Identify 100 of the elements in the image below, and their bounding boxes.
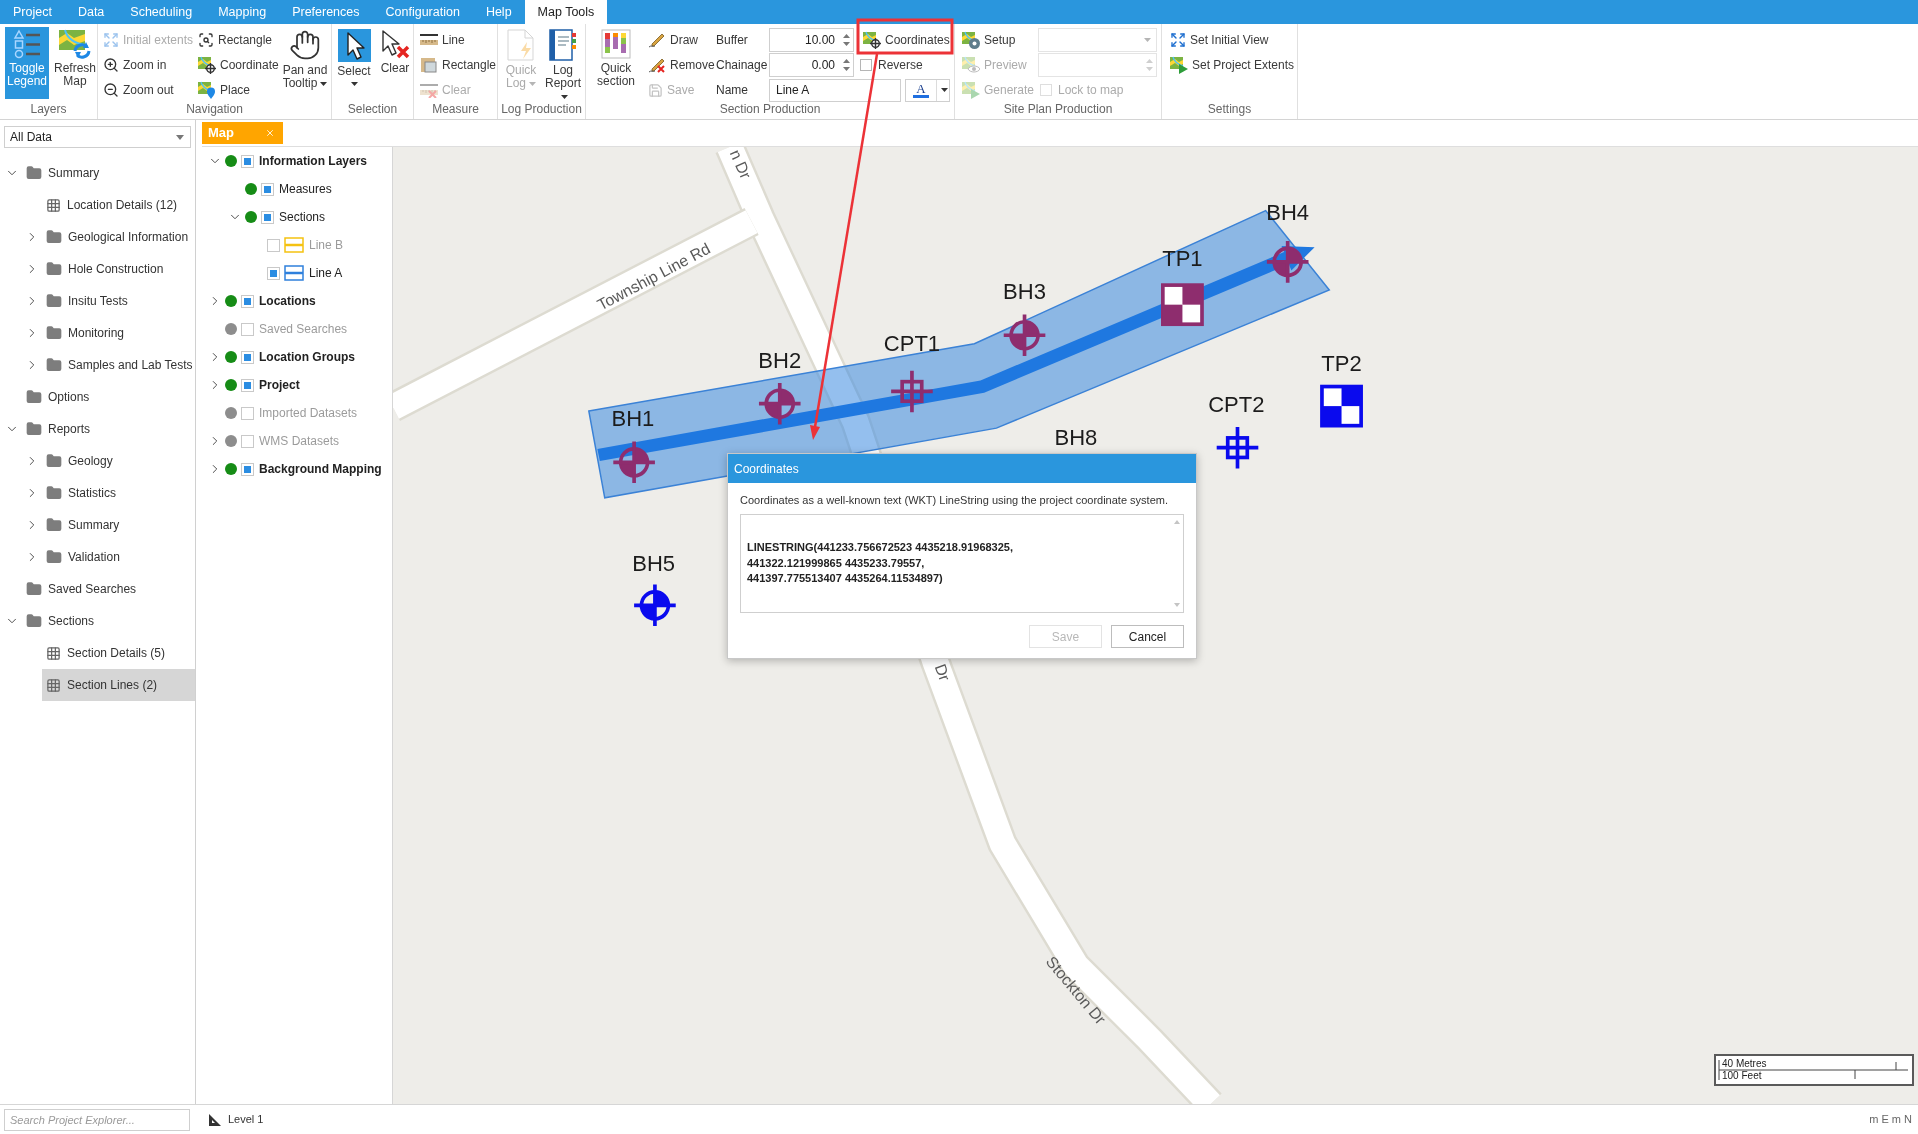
- tree-item[interactable]: Reports: [22, 413, 195, 445]
- place-button[interactable]: Place: [196, 78, 280, 102]
- tree-item[interactable]: Sections: [22, 605, 195, 637]
- layer-name[interactable]: Locations: [259, 292, 316, 310]
- quick-section-button[interactable]: Quick section: [592, 27, 640, 99]
- visibility-dot-icon[interactable]: [225, 295, 237, 307]
- map-level-label: Level 1: [228, 1112, 264, 1128]
- layer-checkbox[interactable]: [241, 462, 254, 476]
- refresh-map-button[interactable]: Refresh Map: [53, 27, 97, 99]
- visibility-dot-icon[interactable]: [245, 183, 257, 195]
- clear-selection-button[interactable]: Clear: [378, 27, 412, 99]
- layer-checkbox[interactable]: [261, 210, 274, 224]
- checker-square-icon[interactable]: [1161, 283, 1204, 327]
- ribbon-group-label: Measure: [431, 102, 480, 118]
- tree-item[interactable]: Insitu Tests: [42, 285, 195, 317]
- visibility-dot-icon[interactable]: [225, 351, 237, 363]
- tree-item[interactable]: Summary: [42, 509, 195, 541]
- set-project-extents-button[interactable]: Set Project Extents: [1168, 53, 1296, 77]
- layer-checkbox[interactable]: [241, 294, 254, 308]
- select-button[interactable]: Select: [336, 27, 372, 99]
- layer-checkbox[interactable]: [261, 182, 274, 196]
- menu-tab[interactable]: Map Tools: [524, 0, 608, 24]
- pointer-clear-icon: [380, 29, 410, 59]
- layer-name[interactable]: Location Groups: [259, 348, 355, 366]
- circle-crosshair-icon[interactable]: [1265, 239, 1311, 285]
- tree-item[interactable]: Saved Searches: [22, 573, 195, 605]
- font-color-button[interactable]: A: [905, 78, 950, 102]
- dialog-button[interactable]: Cancel: [1111, 625, 1184, 648]
- ruler-frame-icon: [420, 57, 438, 73]
- square-crosshair-icon[interactable]: [1214, 425, 1261, 471]
- layer-checkbox[interactable]: [241, 350, 254, 364]
- tree-item[interactable]: Statistics: [42, 477, 195, 509]
- square-crosshair-icon[interactable]: [889, 368, 935, 415]
- filter-dropdown[interactable]: All Data: [4, 126, 191, 148]
- layer-name[interactable]: Project: [259, 376, 300, 394]
- folder-icon: [46, 325, 62, 341]
- grid-icon: [46, 645, 61, 661]
- tree-item[interactable]: Section Lines (2): [42, 669, 195, 701]
- tree-item[interactable]: Geology: [42, 445, 195, 477]
- measure-rectangle-button[interactable]: Rectangle: [418, 53, 498, 77]
- zoom-in-button[interactable]: Zoom in: [101, 53, 196, 77]
- remove-button[interactable]: Remove: [646, 53, 716, 77]
- measure-line-button[interactable]: Line: [418, 28, 498, 52]
- reverse-checkbox[interactable]: [860, 59, 872, 71]
- grid-icon: [46, 197, 61, 213]
- coordinates-button[interactable]: Coordinates: [861, 28, 951, 52]
- ribbon-group-label: Selection: [346, 102, 399, 118]
- tree-item[interactable]: Geological Information: [42, 221, 195, 253]
- tree-item[interactable]: Options: [22, 381, 195, 413]
- folder-icon: [26, 613, 42, 629]
- set-initial-view-button[interactable]: Set Initial View: [1168, 28, 1296, 52]
- setup-button[interactable]: Setup: [960, 28, 1038, 52]
- stacked-bars-icon: [601, 29, 631, 59]
- circle-crosshair-icon[interactable]: [632, 582, 678, 628]
- tree-item[interactable]: Location Details (12): [42, 189, 195, 221]
- tree-item[interactable]: Hole Construction: [42, 253, 195, 285]
- buffer-field[interactable]: 10.00: [769, 28, 854, 52]
- wkt-text-field[interactable]: LINESTRING(441233.756672523 4435218.91968325, 441322.121999865 4435233.79557, 441397.775513407 4435264.11534897): [740, 514, 1184, 613]
- rectangle-zoom-button[interactable]: Rectangle: [196, 28, 280, 52]
- book-icon: [549, 29, 577, 61]
- visibility-dot-icon[interactable]: [245, 211, 257, 223]
- layer-checkbox[interactable]: [241, 322, 254, 336]
- tree-item[interactable]: Section Details (5): [42, 637, 195, 669]
- tree-item[interactable]: Monitoring: [42, 317, 195, 349]
- name-field[interactable]: Line A: [769, 78, 901, 102]
- visibility-dot-icon[interactable]: [225, 323, 237, 335]
- layer-name[interactable]: Information Layers: [259, 152, 368, 170]
- visibility-dot-icon[interactable]: [225, 407, 237, 419]
- tree-item[interactable]: Summary: [22, 157, 195, 189]
- circle-crosshair-icon[interactable]: [1001, 312, 1048, 358]
- marker-label: BH4: [1266, 200, 1310, 226]
- tree-item[interactable]: Validation: [42, 541, 195, 573]
- draw-button[interactable]: Draw: [646, 28, 716, 52]
- visibility-dot-icon[interactable]: [225, 435, 237, 447]
- checker-square-icon[interactable]: [1320, 384, 1363, 428]
- folder-icon: [46, 517, 62, 533]
- tree-item[interactable]: Samples and Lab Tests: [42, 349, 195, 381]
- pan-and-tooltip-button[interactable]: Pan and Tooltip: [280, 27, 330, 99]
- circle-crosshair-icon[interactable]: [611, 439, 657, 485]
- search-field[interactable]: Search Project Explorer...: [4, 1108, 190, 1131]
- zoom-out-button[interactable]: Zoom out: [101, 78, 196, 102]
- layer-checkbox[interactable]: [241, 406, 254, 420]
- layer-name[interactable]: Background Mapping: [259, 460, 382, 478]
- map-refresh-icon: [59, 29, 91, 59]
- layer-name[interactable]: Measures: [279, 180, 332, 198]
- layer-checkbox[interactable]: [267, 238, 280, 252]
- layer-name[interactable]: Line A: [309, 264, 343, 282]
- circle-crosshair-icon[interactable]: [757, 381, 803, 427]
- visibility-dot-icon[interactable]: [225, 463, 237, 475]
- visibility-dot-icon[interactable]: [225, 155, 237, 167]
- layer-checkbox[interactable]: [241, 434, 254, 448]
- log-report-button[interactable]: Log Report: [540, 27, 586, 99]
- layer-checkbox[interactable]: [241, 378, 254, 392]
- ruler-line-icon: [420, 32, 438, 48]
- layer-name[interactable]: Sections: [279, 208, 326, 226]
- layer-checkbox[interactable]: [267, 266, 280, 280]
- coordinate-button[interactable]: Coordinate: [196, 53, 280, 77]
- chainage-field[interactable]: 0.00: [769, 53, 854, 77]
- visibility-dot-icon[interactable]: [225, 379, 237, 391]
- layer-checkbox[interactable]: [241, 154, 254, 168]
